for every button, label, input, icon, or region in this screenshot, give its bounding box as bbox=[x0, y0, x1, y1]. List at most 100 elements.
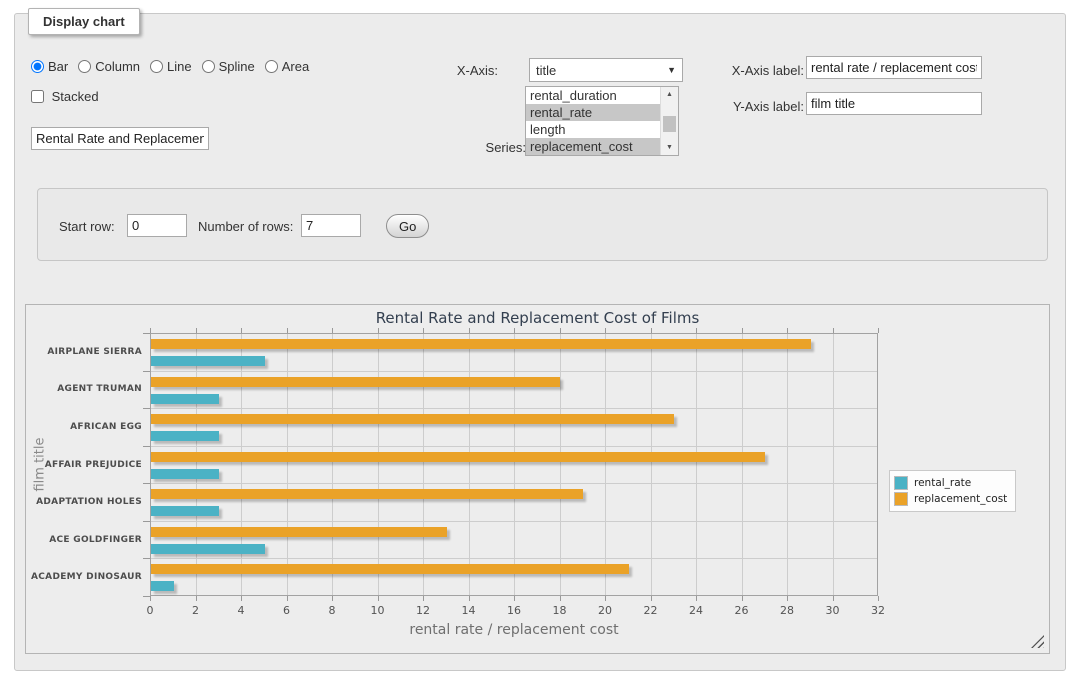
x-tick-mark-top bbox=[469, 328, 470, 333]
radio-label-area: Area bbox=[282, 59, 309, 74]
y-tick-mark bbox=[143, 521, 150, 522]
x-axis-title: rental rate / replacement cost bbox=[150, 622, 878, 638]
x-tick-label: 28 bbox=[772, 604, 802, 617]
bar-rental_rate bbox=[151, 506, 219, 516]
x-tick-mark-top bbox=[696, 328, 697, 333]
y-tick-mark bbox=[143, 408, 150, 409]
series-option-rental_rate[interactable]: rental_rate bbox=[526, 104, 661, 121]
scrollbar-thumb[interactable] bbox=[663, 116, 676, 132]
x-tick-mark-top bbox=[560, 328, 561, 333]
chart-type-option-line[interactable]: Line bbox=[150, 59, 192, 74]
x-axis-select[interactable]: title ▼ bbox=[529, 58, 683, 82]
y-axis-label-input[interactable] bbox=[806, 92, 982, 115]
x-tick-label: 12 bbox=[408, 604, 438, 617]
x-tick-mark bbox=[605, 596, 606, 601]
y-tick-mark bbox=[143, 596, 150, 597]
x-tick-mark-top bbox=[150, 328, 151, 333]
x-axis-label-label: X-Axis label: bbox=[711, 63, 804, 78]
stacked-checkbox[interactable] bbox=[31, 90, 44, 103]
x-tick-mark bbox=[742, 596, 743, 601]
radio-line[interactable] bbox=[150, 60, 163, 73]
bar-replacement_cost bbox=[151, 339, 811, 349]
series-listbox[interactable]: rental_durationrental_ratelengthreplacem… bbox=[525, 86, 679, 156]
x-tick-label: 22 bbox=[636, 604, 666, 617]
bar-rental_rate bbox=[151, 394, 219, 404]
x-tick-mark-top bbox=[287, 328, 288, 333]
legend-label: replacement_cost bbox=[914, 493, 1007, 505]
x-tick-label: 4 bbox=[226, 604, 256, 617]
bar-rental_rate bbox=[151, 469, 219, 479]
radio-label-bar: Bar bbox=[48, 59, 68, 74]
chart-type-option-column[interactable]: Column bbox=[78, 59, 140, 74]
y-tick-mark bbox=[143, 446, 150, 447]
plot-border bbox=[150, 333, 878, 596]
bar-replacement_cost bbox=[151, 452, 765, 462]
y-tick-mark bbox=[143, 558, 150, 559]
x-tick-label: 24 bbox=[681, 604, 711, 617]
x-tick-mark bbox=[469, 596, 470, 601]
x-axis-label-input[interactable] bbox=[806, 56, 982, 79]
chart-type-radio-group: Bar Column Line Spline Area bbox=[31, 56, 317, 76]
radio-column[interactable] bbox=[78, 60, 91, 73]
chart: Rental Rate and Replacement Cost of Film… bbox=[25, 304, 1050, 654]
series-option-replacement_cost[interactable]: replacement_cost bbox=[526, 138, 661, 155]
chart-title-input[interactable] bbox=[31, 127, 209, 150]
radio-area[interactable] bbox=[265, 60, 278, 73]
x-tick-label: 32 bbox=[863, 604, 893, 617]
chart-title: Rental Rate and Replacement Cost of Film… bbox=[26, 309, 1049, 327]
x-axis-select-label: X-Axis: bbox=[431, 63, 498, 78]
scroll-up-icon[interactable]: ▲ bbox=[661, 87, 678, 102]
x-tick-label: 18 bbox=[545, 604, 575, 617]
x-tick-label: 10 bbox=[363, 604, 393, 617]
x-tick-mark bbox=[196, 596, 197, 601]
x-tick-label: 0 bbox=[135, 604, 165, 617]
x-tick-mark bbox=[651, 596, 652, 601]
series-listbox-scrollbar[interactable]: ▲ ▼ bbox=[660, 87, 678, 155]
scroll-down-icon[interactable]: ▼ bbox=[661, 140, 678, 155]
radio-label-spline: Spline bbox=[219, 59, 255, 74]
stacked-checkbox-label: Stacked bbox=[31, 89, 99, 104]
y-tick-mark bbox=[143, 483, 150, 484]
x-tick-mark bbox=[332, 596, 333, 601]
chart-type-option-spline[interactable]: Spline bbox=[202, 59, 255, 74]
x-tick-label: 20 bbox=[590, 604, 620, 617]
x-tick-label: 6 bbox=[272, 604, 302, 617]
category-label: ACADEMY DINOSAUR bbox=[26, 572, 142, 582]
start-row-input[interactable] bbox=[127, 214, 187, 237]
x-tick-mark bbox=[878, 596, 879, 601]
bar-rental_rate bbox=[151, 431, 219, 441]
x-tick-mark-top bbox=[514, 328, 515, 333]
series-option-rental_duration[interactable]: rental_duration bbox=[526, 87, 661, 104]
radio-label-column: Column bbox=[95, 59, 140, 74]
bar-rental_rate bbox=[151, 356, 265, 366]
bar-replacement_cost bbox=[151, 377, 560, 387]
go-button[interactable]: Go bbox=[386, 214, 429, 238]
x-tick-mark-top bbox=[833, 328, 834, 333]
radio-bar[interactable] bbox=[31, 60, 44, 73]
chart-type-option-bar[interactable]: Bar bbox=[31, 59, 68, 74]
legend-row-replacement_cost: replacement_cost bbox=[894, 492, 1007, 506]
resize-handle-icon[interactable] bbox=[1031, 635, 1044, 648]
radio-spline[interactable] bbox=[202, 60, 215, 73]
x-tick-label: 16 bbox=[499, 604, 529, 617]
x-tick-mark-top bbox=[196, 328, 197, 333]
y-axis-label-label: Y-Axis label: bbox=[711, 99, 804, 114]
num-rows-input[interactable] bbox=[301, 214, 361, 237]
bar-replacement_cost bbox=[151, 414, 674, 424]
legend-swatch-replacement_cost bbox=[894, 492, 908, 506]
x-tick-label: 26 bbox=[727, 604, 757, 617]
chart-type-option-area[interactable]: Area bbox=[265, 59, 309, 74]
bar-replacement_cost bbox=[151, 489, 583, 499]
bar-rental_rate bbox=[151, 581, 174, 591]
x-tick-mark bbox=[696, 596, 697, 601]
legend-row-rental_rate: rental_rate bbox=[894, 476, 1007, 490]
legend-label: rental_rate bbox=[914, 477, 971, 489]
bar-replacement_cost bbox=[151, 564, 629, 574]
x-tick-mark-top bbox=[605, 328, 606, 333]
num-rows-label: Number of rows: bbox=[198, 219, 293, 234]
x-tick-mark bbox=[560, 596, 561, 601]
y-axis-title: film title bbox=[33, 364, 48, 564]
series-option-length[interactable]: length bbox=[526, 121, 661, 138]
chart-legend: rental_rate replacement_cost bbox=[889, 470, 1016, 512]
start-row-label: Start row: bbox=[59, 219, 115, 234]
